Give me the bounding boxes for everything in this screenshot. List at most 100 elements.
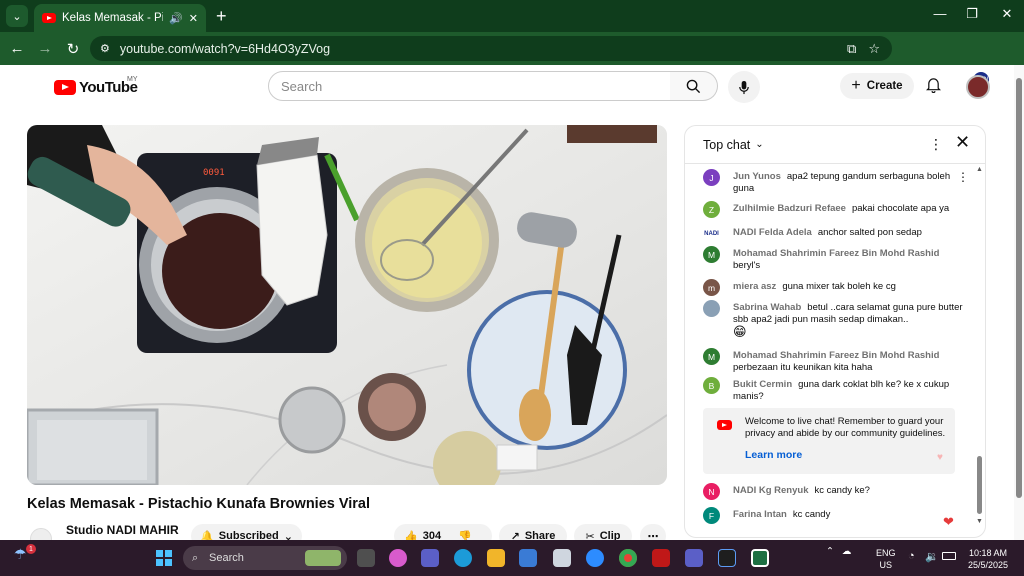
bell-icon [925, 78, 942, 94]
wifi-icon[interactable]: ◔ [908, 550, 915, 562]
browser-toolbar: ← → ↻ ⚙ youtube.com/watch?v=6Hd4O3yZVog … [0, 32, 1024, 88]
region-code: US [879, 560, 893, 570]
excel-icon[interactable] [751, 549, 769, 567]
edge-icon[interactable] [454, 549, 472, 567]
message-text: anchor salted pon sedap [817, 227, 922, 238]
zoom-icon[interactable] [586, 549, 604, 567]
file-explorer-icon[interactable] [487, 549, 505, 567]
youtube-logo-icon [717, 420, 732, 430]
teams-work-icon[interactable] [685, 549, 703, 567]
teams-icon[interactable] [421, 549, 439, 567]
author-name: miera asz [733, 281, 777, 292]
scroll-down-icon[interactable]: ▼ [976, 518, 983, 525]
author-avatar: m [703, 279, 720, 296]
scroll-up-icon[interactable]: ▲ [976, 166, 983, 173]
author-name: Zulhilmie Badzuri Refaee [733, 203, 846, 214]
create-button[interactable]: + Create [840, 73, 914, 99]
author-avatar: Z [703, 201, 720, 218]
forward-icon[interactable]: → [31, 40, 59, 57]
chevron-down-icon[interactable]: ⌄ [755, 139, 763, 150]
welcome-text: Welcome to live chat! Remember to guard … [745, 416, 946, 439]
author-avatar: B [703, 377, 720, 394]
live-chat-panel: Top chat ⌄ ⋮ ✕ J Jun Yunos apa2 tepung ga… [684, 125, 986, 538]
chat-message[interactable]: M Mohamad Shahrimin Fareez Bin Mohd Rash… [703, 246, 963, 272]
copilot-icon[interactable] [389, 549, 407, 567]
bookmark-star-icon[interactable]: ☆ [868, 41, 880, 57]
input-language[interactable]: ENG US [876, 547, 896, 571]
chat-message[interactable]: F Farina Intan kc candy [703, 507, 963, 524]
taskbar-search-input[interactable]: ⌕ Search [183, 546, 347, 570]
page-scroll-thumb[interactable] [1016, 78, 1022, 498]
video-frame[interactable]: 0091 [27, 125, 667, 485]
video-title: Kelas Memasak - Pistachio Kunafa Brownie… [27, 496, 371, 512]
video-player[interactable]: 0091 [27, 125, 667, 485]
browser-tab[interactable]: Kelas Memasak - Pistachio K 🔊 ✕ [34, 4, 206, 32]
calculator-icon[interactable] [553, 549, 571, 567]
channel-name[interactable]: Studio NADI MAHIR [66, 523, 179, 537]
search-icon [686, 79, 701, 93]
more-vert-icon[interactable]: ⋮ [929, 136, 943, 153]
chat-message[interactable]: NADI NADI Felda Adela anchor salted pon s… [703, 225, 963, 242]
address-bar[interactable]: ⚙ youtube.com/watch?v=6Hd4O3yZVog ⧉ ☆ [90, 36, 892, 61]
back-icon[interactable]: ← [3, 40, 31, 57]
clock-time: 10:18 AM [969, 548, 1008, 558]
chat-message[interactable]: M Mohamad Shahrimin Fareez Bin Mohd Rash… [703, 348, 963, 374]
chrome-icon[interactable] [619, 549, 637, 567]
author-avatar: J [703, 169, 720, 186]
learn-more-link[interactable]: Learn more [745, 449, 947, 461]
voice-search-button[interactable] [728, 71, 760, 103]
chat-message[interactable]: m miera asz guna mixer tak boleh ke cg [703, 279, 963, 296]
tab-close-icon[interactable]: ✕ [189, 12, 198, 25]
author-name: NADI Kg Renyuk [733, 485, 809, 496]
minimize-icon[interactable]: — [930, 6, 950, 21]
chat-message[interactable]: Sabrina Wahab betul ..cara selamat guna p… [703, 300, 963, 340]
youtube-logo[interactable]: YouTube MY [54, 76, 138, 96]
task-view-icon[interactable] [357, 549, 375, 567]
notification-badge: 1 [26, 544, 36, 554]
message-text: perbezaan itu keunikan kita haha [733, 362, 873, 373]
author-avatar [703, 300, 720, 317]
chat-message[interactable]: N NADI Kg Renyuk kc candy ke? [703, 483, 963, 500]
tab-title: Kelas Memasak - Pistachio K [62, 12, 164, 24]
emoji: 😁 [733, 324, 747, 339]
audio-playing-icon[interactable]: 🔊 [169, 12, 183, 25]
author-name: Sabrina Wahab [733, 302, 802, 313]
chat-message[interactable]: Z Zulhilmie Badzuri Refaee pakai chocolat… [703, 201, 963, 218]
app-icon[interactable] [718, 549, 736, 567]
store-icon[interactable] [519, 549, 537, 567]
url-text[interactable]: youtube.com/watch?v=6Hd4O3yZVog [120, 42, 847, 56]
tab-search-chevron-icon[interactable]: ⌄ [6, 5, 28, 27]
new-tab-button[interactable]: + [216, 6, 227, 27]
windows-start-icon[interactable] [156, 550, 172, 566]
install-app-icon[interactable]: ⧉ [847, 41, 856, 57]
site-info-icon[interactable]: ⚙ [100, 42, 110, 55]
message-text: kc candy [792, 509, 831, 520]
account-avatar[interactable] [966, 75, 990, 99]
chat-message[interactable]: J Jun Yunos apa2 tepung gandum serbaguna … [703, 169, 963, 195]
chat-message[interactable]: B Bukit Cermin guna dark coklat blh ke? k… [703, 377, 963, 403]
author-avatar: M [703, 348, 720, 365]
search-icon: ⌕ [192, 551, 199, 564]
author-name: Farina Intan [733, 509, 787, 520]
reload-icon[interactable]: ↻ [59, 40, 87, 58]
message-menu-icon[interactable]: ⋮ [957, 170, 969, 184]
chat-mode-label[interactable]: Top chat [703, 138, 750, 152]
windows-taskbar: ☂ 1 ⌕ Search ⌃ ☁ ENG US ◔ 🔉 10:18 AM 25/… [0, 540, 1024, 576]
welcome-banner: Welcome to live chat! Remember to guard … [703, 408, 955, 474]
plus-icon: + [851, 77, 861, 94]
battery-icon[interactable] [942, 552, 956, 560]
search-highlight-icon [305, 550, 341, 566]
youtube-header: YouTube MY Search + Create [0, 65, 1024, 109]
search-input[interactable]: Search [268, 71, 671, 101]
search-button[interactable] [670, 71, 718, 101]
mcafee-icon[interactable] [652, 549, 670, 567]
author-name: NADI Felda Adela [733, 227, 812, 238]
notifications-button[interactable] [925, 77, 942, 97]
chat-scroll-thumb[interactable] [977, 456, 982, 514]
window-close-icon[interactable]: ✕ [997, 6, 1017, 22]
volume-icon[interactable]: 🔉 [925, 550, 939, 563]
close-icon[interactable]: ✕ [955, 132, 970, 153]
system-clock[interactable]: 10:18 AM 25/5/2025 [968, 547, 1008, 571]
restore-icon[interactable]: ❐ [962, 6, 982, 22]
tray-icons[interactable]: ⌃ ☁ [826, 546, 851, 557]
